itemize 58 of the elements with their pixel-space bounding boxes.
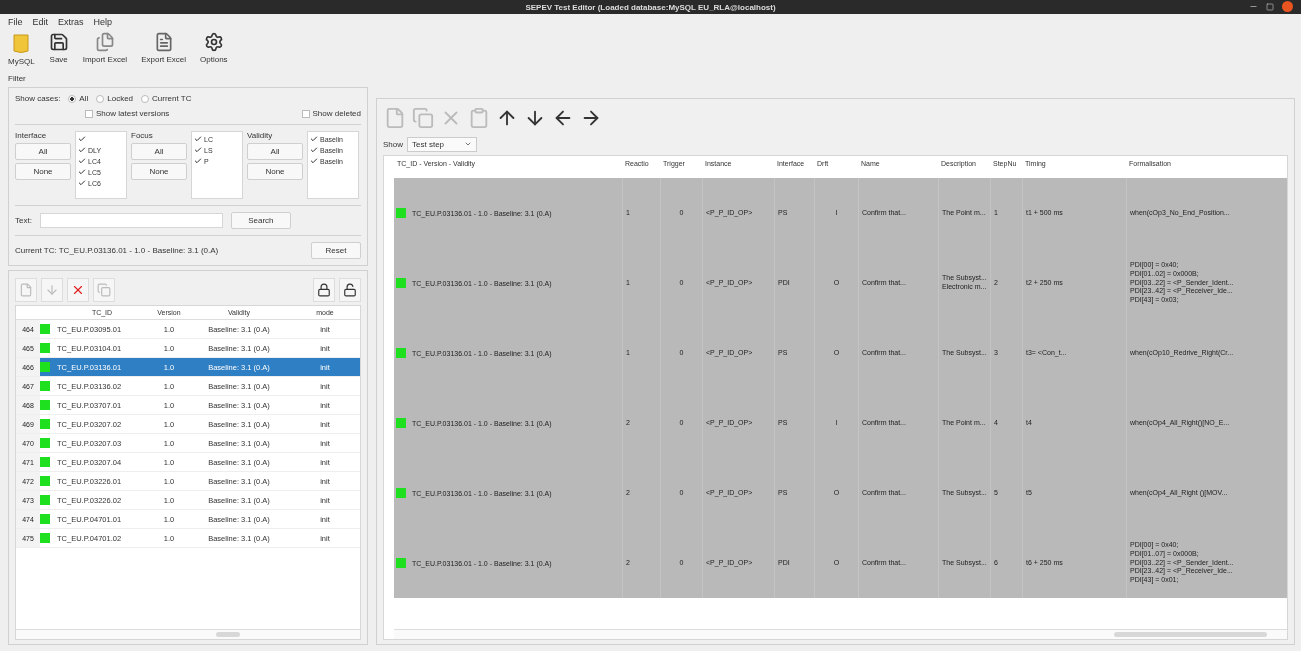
toolbar-button[interactable]: Options bbox=[196, 30, 232, 66]
radio-button[interactable] bbox=[68, 94, 77, 103]
none-button[interactable]: None bbox=[131, 163, 187, 180]
menu-item[interactable]: Extras bbox=[58, 17, 84, 30]
toolbar-button[interactable]: Save bbox=[44, 30, 73, 66]
menu-item[interactable]: Help bbox=[93, 17, 113, 30]
all-button[interactable]: All bbox=[131, 143, 187, 160]
filter-title: Filter bbox=[8, 74, 27, 83]
show-dropdown[interactable]: Test step bbox=[407, 136, 477, 152]
search-button[interactable]: Search bbox=[230, 212, 291, 229]
database-icon bbox=[12, 32, 31, 54]
checkbox[interactable] bbox=[85, 109, 93, 118]
none-button[interactable]: None bbox=[15, 163, 71, 180]
settings-icon bbox=[203, 32, 224, 52]
toolbar-button[interactable]: Import Excel bbox=[78, 30, 132, 66]
maximize-icon[interactable] bbox=[1266, 2, 1274, 11]
file-icon bbox=[19, 283, 33, 297]
group-label: Validity bbox=[247, 131, 274, 140]
checkbox-label: Show latest versions bbox=[96, 109, 170, 118]
toolbar-button[interactable]: Export Excel bbox=[137, 30, 191, 66]
radio-button[interactable] bbox=[141, 94, 150, 103]
checkbox-label: Show deleted bbox=[312, 109, 361, 118]
close-icon[interactable] bbox=[1282, 1, 1293, 12]
reset-button[interactable]: Reset bbox=[311, 242, 361, 259]
scrollbar[interactable] bbox=[394, 629, 1287, 639]
lock-icon bbox=[317, 283, 331, 297]
copy-icon bbox=[412, 107, 434, 129]
text-field[interactable] bbox=[39, 213, 223, 228]
all-button[interactable]: All bbox=[247, 143, 303, 160]
radio-button[interactable] bbox=[96, 94, 105, 103]
caret-icon bbox=[464, 140, 472, 148]
step-row[interactable] bbox=[394, 528, 1287, 598]
group-label: Focus bbox=[131, 131, 154, 140]
current-tc-text: Current TC: TC_EU.P.03136.01 - 1.0 - Baseline: 3.1 (0.A) bbox=[15, 246, 219, 255]
documents-icon bbox=[94, 32, 115, 52]
delete-icon bbox=[71, 283, 85, 297]
toolbar-button[interactable] bbox=[339, 278, 361, 302]
show-cases-label: Show cases: bbox=[15, 94, 61, 103]
all-button[interactable]: All bbox=[15, 143, 71, 160]
menu-item[interactable]: Edit bbox=[32, 17, 49, 30]
none-button[interactable]: None bbox=[247, 163, 303, 180]
radio-label: All bbox=[79, 94, 89, 103]
file-icon bbox=[384, 107, 406, 129]
menu-item[interactable]: File bbox=[8, 17, 23, 30]
show-label: Show bbox=[383, 139, 403, 149]
copy-icon bbox=[97, 283, 111, 297]
text-label: Text: bbox=[15, 216, 32, 225]
window-title: SEPEV Test Editor (Loaded database:MySQL EU_RLA@localhost) bbox=[525, 2, 776, 12]
toolbar-button[interactable]: MySQL bbox=[4, 30, 39, 68]
unlock-icon bbox=[343, 283, 357, 297]
clipboard-icon bbox=[468, 107, 490, 129]
radio-label: Locked bbox=[107, 94, 134, 103]
save-icon bbox=[48, 32, 69, 52]
scrollbar[interactable] bbox=[16, 629, 360, 639]
group-label: Interface bbox=[15, 131, 48, 140]
toolbar-button[interactable] bbox=[313, 278, 335, 302]
checkbox[interactable] bbox=[301, 109, 310, 118]
radio-label: Current TC bbox=[152, 94, 192, 103]
